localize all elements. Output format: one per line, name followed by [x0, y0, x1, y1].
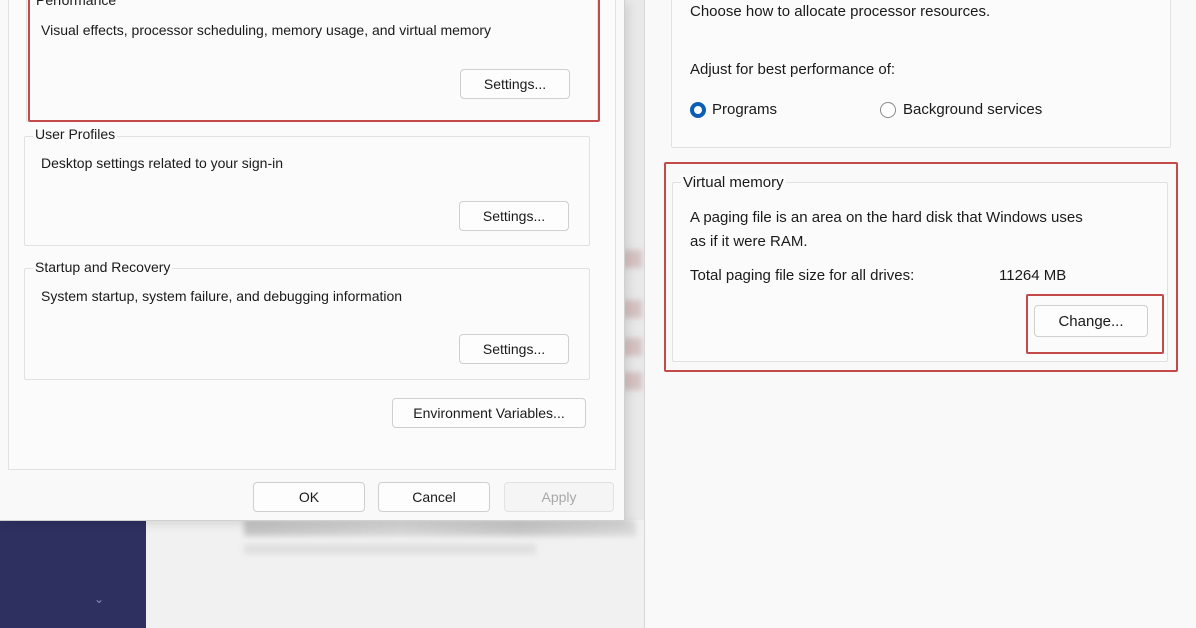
background-blurred-text: [244, 544, 536, 554]
user-profiles-description: Desktop settings related to your sign-in: [41, 155, 284, 171]
startup-recovery-group-title: Startup and Recovery: [33, 259, 173, 275]
system-properties-dialog: Performance Visual effects, processor sc…: [0, 0, 625, 521]
background-app-content: [146, 520, 646, 628]
total-paging-size-label: Total paging file size for all drives:: [690, 267, 915, 284]
virtual-memory-description-line1: A paging file is an area on the hard dis…: [690, 209, 1083, 226]
ok-button[interactable]: OK: [253, 482, 365, 512]
environment-variables-button[interactable]: Environment Variables...: [392, 398, 586, 428]
performance-group: [26, 0, 598, 122]
performance-settings-button[interactable]: Settings...: [460, 69, 570, 99]
cancel-button[interactable]: Cancel: [378, 482, 490, 512]
processor-description: Choose how to allocate processor resourc…: [690, 3, 991, 20]
performance-options-dialog: Choose how to allocate processor resourc…: [644, 0, 1196, 628]
background-blurred-text: [244, 520, 636, 536]
virtual-memory-description-line2: as if it were RAM.: [690, 233, 808, 250]
performance-description: Visual effects, processor scheduling, me…: [41, 22, 492, 38]
performance-group-title: Performance: [34, 0, 119, 8]
background-services-radio[interactable]: [880, 102, 896, 118]
adjust-performance-label: Adjust for best performance of:: [690, 61, 896, 78]
startup-recovery-description: System startup, system failure, and debu…: [41, 288, 403, 304]
background-blurred-mark: [622, 250, 642, 268]
background-services-radio-label[interactable]: Background services: [903, 101, 1042, 118]
background-app-sidebar: [0, 520, 146, 628]
background-blurred-mark: [622, 300, 642, 318]
chevron-down-icon: ⌄: [94, 592, 105, 606]
apply-button[interactable]: Apply: [504, 482, 614, 512]
virtual-memory-group-title: Virtual memory: [681, 174, 786, 191]
user-profiles-group-title: User Profiles: [33, 126, 118, 142]
background-blurred-mark: [622, 372, 642, 390]
user-profiles-settings-button[interactable]: Settings...: [459, 201, 569, 231]
background-blurred-mark: [622, 338, 642, 356]
startup-recovery-settings-button[interactable]: Settings...: [459, 334, 569, 364]
programs-radio[interactable]: [690, 102, 706, 118]
total-paging-size-value: 11264 MB: [999, 267, 1067, 284]
programs-radio-label[interactable]: Programs: [712, 101, 777, 118]
change-virtual-memory-button[interactable]: Change...: [1034, 305, 1148, 337]
